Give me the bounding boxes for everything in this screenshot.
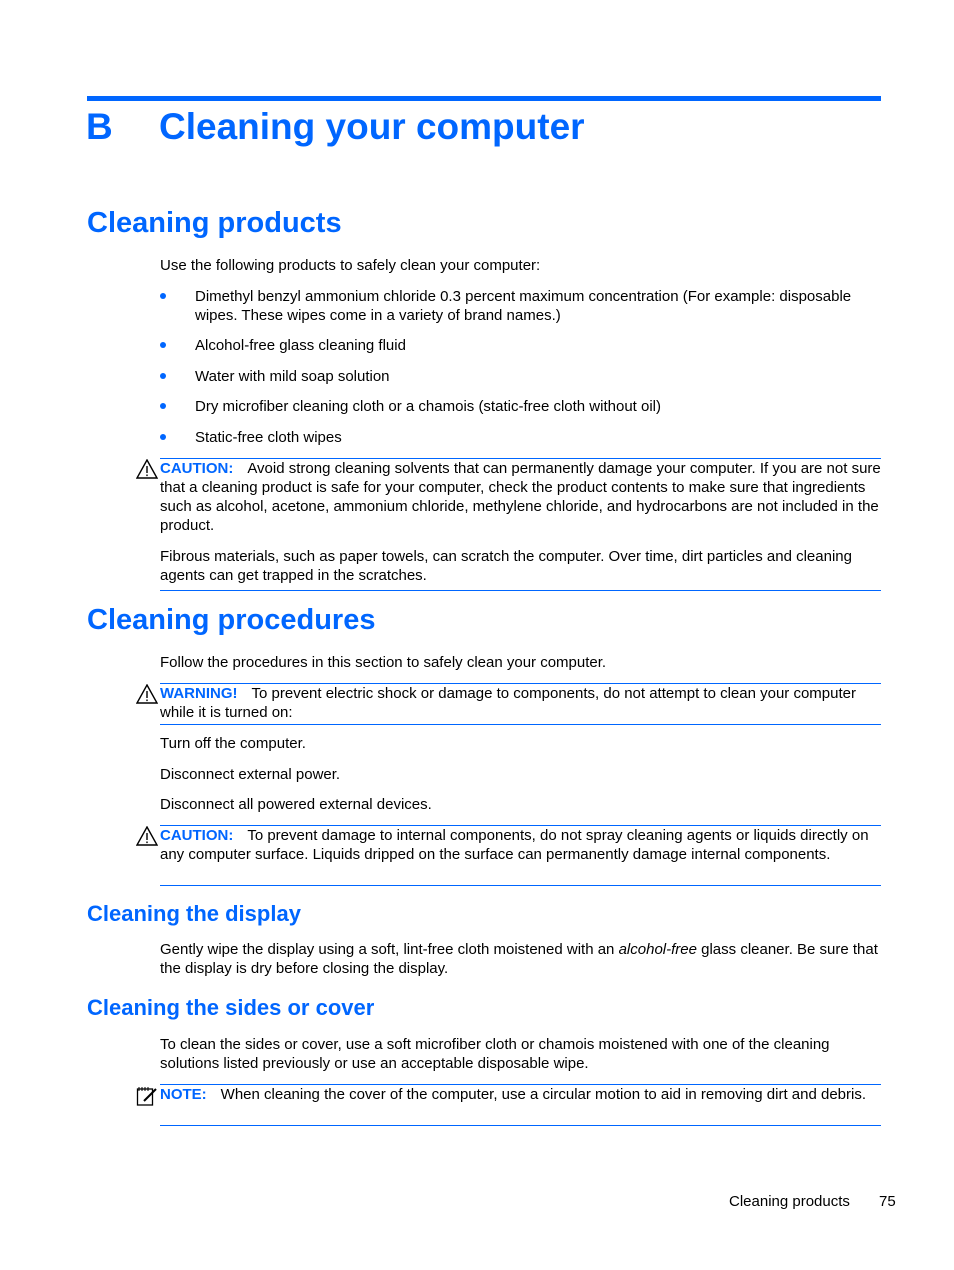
list-item: Dry microfiber cleaning cloth or a chamo…: [160, 397, 882, 416]
subsection-title-sides: Cleaning the sides or cover: [87, 995, 375, 1020]
footer-section-name: Cleaning products: [729, 1193, 850, 1210]
procedures-intro: Follow the procedures in this section to…: [160, 654, 607, 671]
caution-text: Avoid strong cleaning solvents that can …: [160, 460, 881, 534]
caution-label: CAUTION:: [160, 460, 234, 477]
caution-label: CAUTION:: [160, 827, 234, 844]
caution-icon: [136, 459, 158, 479]
note-icon: [136, 1087, 157, 1106]
warning-icon: [136, 684, 158, 704]
chapter-letter: B: [86, 106, 113, 147]
caution-notice-procedures: CAUTION: To prevent damage to internal co…: [160, 825, 881, 886]
note-label: NOTE:: [160, 1086, 207, 1103]
warning-notice: WARNING! To prevent electric shock or dam…: [160, 683, 881, 725]
bullet-icon: [160, 373, 166, 379]
caution-notice-products: CAUTION: Avoid strong cleaning solvents t…: [160, 458, 881, 591]
section-title-cleaning-products: Cleaning products: [87, 207, 342, 239]
bullet-icon: [160, 403, 166, 409]
caution-icon: [136, 826, 158, 846]
warning-label: WARNING!: [160, 685, 238, 702]
procedure-step: Turn off the computer.: [160, 735, 306, 752]
list-item: Static-free cloth wipes: [160, 428, 882, 447]
section-title-cleaning-procedures: Cleaning procedures: [87, 604, 376, 636]
manual-page: B Cleaning your computer Cleaning product…: [0, 0, 954, 1270]
note-notice: NOTE: When cleaning the cover of the comp…: [160, 1084, 881, 1126]
list-item: Dimethyl benzyl ammonium chloride 0.3 pe…: [160, 287, 882, 325]
chapter-title-text: Cleaning your computer: [159, 106, 585, 147]
chapter-rule: [87, 96, 881, 101]
procedure-step: Disconnect external power.: [160, 766, 341, 783]
bullet-icon: [160, 434, 166, 440]
subsection-title-display: Cleaning the display: [87, 901, 301, 926]
procedure-step: Disconnect all powered external devices.: [160, 796, 432, 813]
products-intro: Use the following products to safely cle…: [160, 257, 541, 274]
bullet-icon: [160, 293, 166, 299]
display-paragraph: Gently wipe the display using a soft, li…: [160, 941, 878, 977]
caution-followup: Fibrous materials, such as paper towels,…: [160, 548, 852, 584]
sides-paragraph: To clean the sides or cover, use a soft …: [160, 1036, 830, 1072]
caution-text: To prevent damage to internal components…: [160, 827, 869, 863]
list-item: Alcohol-free glass cleaning fluid: [160, 336, 882, 355]
bullet-icon: [160, 342, 166, 348]
chapter-title: B Cleaning your computer: [86, 106, 585, 148]
page-number: 75: [879, 1193, 896, 1210]
list-item: Water with mild soap solution: [160, 367, 882, 386]
note-text: When cleaning the cover of the computer,…: [220, 1086, 867, 1103]
warning-text: To prevent electric shock or damage to c…: [160, 685, 856, 721]
